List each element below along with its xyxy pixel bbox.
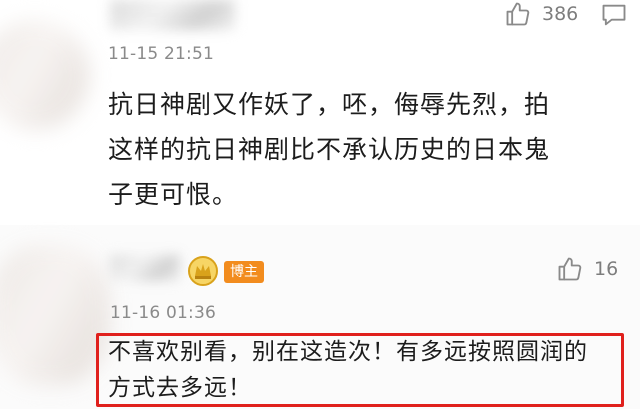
comment-body: 抗日神剧又作妖了，呸，侮辱先烈，拍 这样的抗日神剧比不承认历史的日本鬼 子更可恨… [108, 82, 628, 217]
comment-timestamp: 11-15 21:51 [108, 44, 214, 64]
obscured-avatar [0, 245, 110, 385]
thumbs-up-icon [556, 255, 584, 283]
like-button[interactable]: 386 [504, 0, 578, 28]
like-count: 386 [542, 3, 579, 25]
comment-line: 抗日神剧又作妖了，呸，侮辱先烈，拍 [108, 90, 551, 119]
reply-icon[interactable] [600, 2, 628, 32]
comment-line: 子更可恨。 [108, 180, 239, 209]
comment-line: 这样的抗日神剧比不承认历史的日本鬼 [108, 135, 551, 164]
obscured-avatar [0, 20, 90, 130]
comment-1: 386 11-15 21:51 抗日神剧又作妖了，呸，侮辱先烈，拍 这样的抗日神… [0, 0, 640, 225]
comment-line: 方式去多远！ [108, 375, 252, 401]
like-button[interactable]: 16 [556, 255, 618, 283]
comment-line: 不喜欢别看，别在这造次！有多远按照圆润的 [108, 339, 588, 365]
crown-badge-icon [188, 256, 218, 286]
author-badge: 博主 [224, 261, 264, 283]
obscured-username [110, 0, 235, 30]
obscured-username [110, 255, 180, 281]
thumbs-up-icon [504, 0, 532, 28]
comment-body: 不喜欢别看，别在这造次！有多远按照圆润的 方式去多远！ [108, 334, 628, 406]
comment-timestamp: 11-16 01:36 [110, 303, 216, 323]
like-count: 16 [594, 258, 619, 280]
